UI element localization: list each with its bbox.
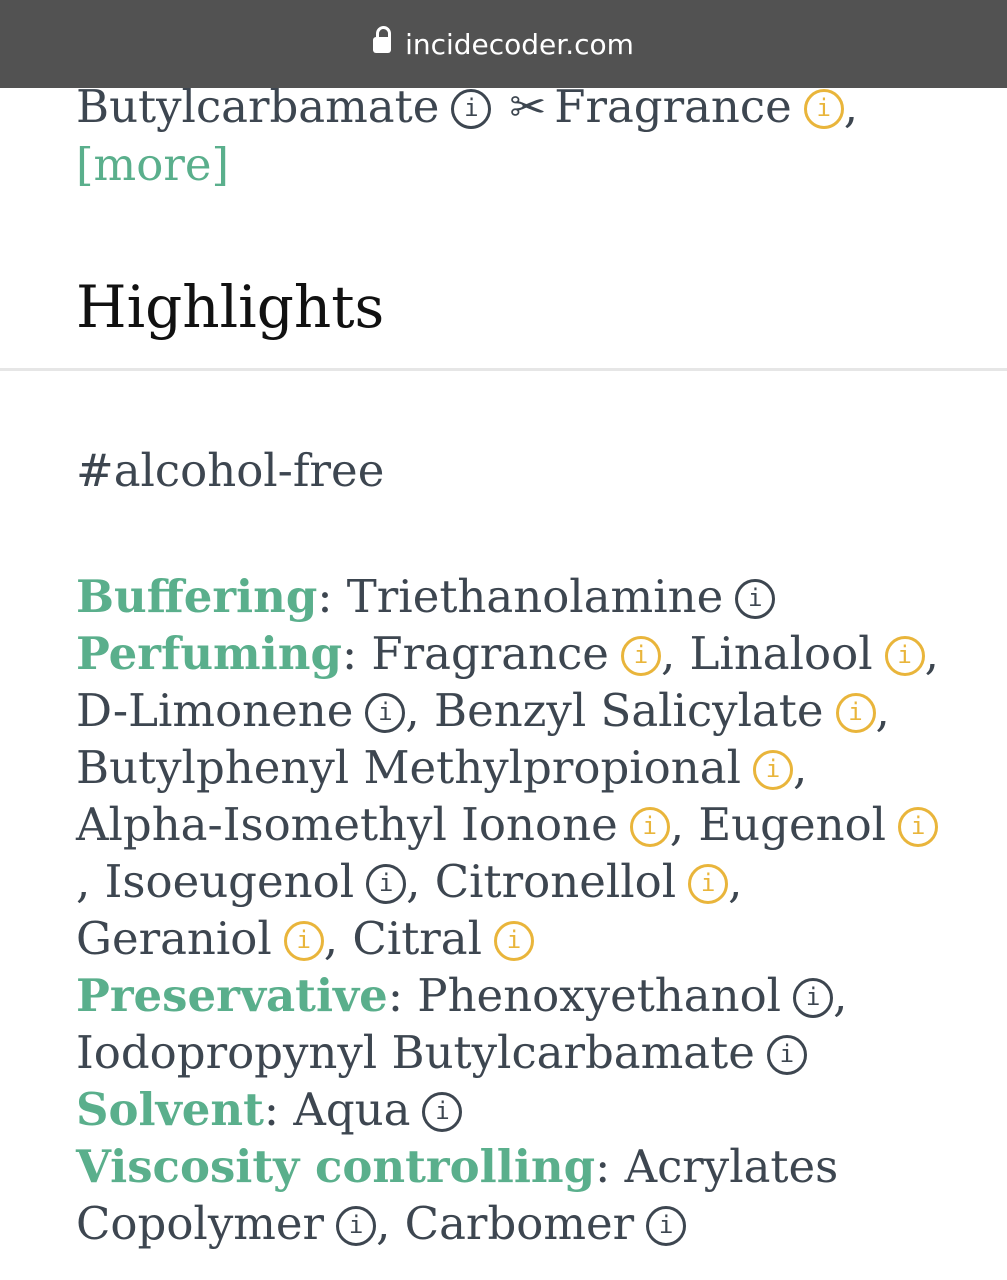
section-heading: Highlights bbox=[76, 273, 385, 341]
function-group: Perfuming: Fragrance i, Linalool i, D-Limo… bbox=[76, 627, 939, 965]
highlight-tag[interactable]: #alcohol-free bbox=[76, 442, 384, 499]
ingredient-link[interactable]: Citronellol bbox=[435, 855, 676, 908]
function-group: Buffering: Triethanolamine i bbox=[76, 568, 946, 625]
ingredient-list-tail: Butylcarbamate i ✂ Fragrance i, [more] bbox=[76, 80, 859, 191]
info-icon[interactable]: i bbox=[283, 921, 324, 961]
info-icon[interactable]: i bbox=[620, 636, 661, 676]
info-icon[interactable]: i bbox=[494, 921, 535, 961]
function-group: Viscosity controlling: Acrylates Copolym… bbox=[76, 1140, 839, 1250]
divider bbox=[0, 368, 1007, 371]
info-icon[interactable]: i bbox=[752, 750, 793, 790]
function-category[interactable]: Perfuming bbox=[76, 627, 342, 680]
info-icon[interactable]: i bbox=[451, 89, 492, 129]
info-icon[interactable]: i bbox=[835, 693, 876, 733]
info-icon[interactable]: i bbox=[365, 693, 406, 733]
info-icon[interactable]: i bbox=[646, 1206, 687, 1246]
info-icon[interactable]: i bbox=[884, 636, 925, 676]
info-icon[interactable]: i bbox=[735, 579, 776, 619]
function-category[interactable]: Solvent bbox=[76, 1083, 264, 1136]
ingredient-link[interactable]: Isoeugenol bbox=[105, 855, 354, 908]
ingredient-link[interactable]: Butylphenyl Methylpropional bbox=[76, 741, 741, 794]
ingredient-link[interactable]: Benzyl Salicylate bbox=[434, 684, 824, 737]
info-icon[interactable]: i bbox=[793, 978, 834, 1018]
info-icon[interactable]: i bbox=[766, 1035, 807, 1075]
info-icon[interactable]: i bbox=[366, 864, 407, 904]
function-category[interactable]: Viscosity controlling bbox=[76, 1140, 595, 1193]
lock-icon bbox=[373, 26, 392, 57]
ingredient-link[interactable]: Geraniol bbox=[76, 912, 272, 965]
function-category[interactable]: Preservative bbox=[76, 969, 388, 1022]
url-text: incidecoder.com bbox=[405, 27, 634, 61]
ingredient-link[interactable]: Eugenol bbox=[698, 798, 886, 851]
ingredient-link[interactable]: D-Limonene bbox=[76, 684, 353, 737]
function-group: Solvent: Aqua i bbox=[76, 1081, 946, 1138]
ingredient-link[interactable]: Linalool bbox=[690, 627, 873, 680]
page: incidecoder.com Butylcarbamate i ✂ Fragranc… bbox=[0, 0, 1007, 1280]
url-bar[interactable]: incidecoder.com bbox=[0, 0, 1007, 88]
ingredient-link[interactable]: Carbomer bbox=[405, 1197, 634, 1250]
functions-list: Buffering: Triethanolamine i Perfuming: Fr… bbox=[76, 568, 946, 1252]
ingredient-link[interactable]: Triethanolamine bbox=[347, 570, 723, 623]
ingredient-link[interactable]: Alpha-Isomethyl Ionone bbox=[76, 798, 618, 851]
more-link[interactable]: [more] bbox=[76, 138, 229, 191]
ingredient-link[interactable]: Citral bbox=[352, 912, 482, 965]
info-icon[interactable]: i bbox=[898, 807, 939, 847]
info-icon[interactable]: i bbox=[688, 864, 729, 904]
info-icon[interactable]: i bbox=[629, 807, 670, 847]
info-icon[interactable]: i bbox=[803, 89, 844, 129]
info-icon[interactable]: i bbox=[336, 1206, 377, 1246]
function-category[interactable]: Buffering bbox=[76, 570, 317, 623]
ingredient-link[interactable]: Aqua bbox=[293, 1083, 410, 1136]
ingredient-link[interactable]: Iodopropynyl Butylcarbamate bbox=[76, 1026, 755, 1079]
ingredient-link[interactable]: Fragrance bbox=[371, 627, 609, 680]
ingredient-link[interactable]: Phenoxyethanol bbox=[417, 969, 781, 1022]
function-group: Preservative: Phenoxyethanol i, Iodopropy… bbox=[76, 969, 848, 1079]
info-icon[interactable]: i bbox=[422, 1092, 463, 1132]
